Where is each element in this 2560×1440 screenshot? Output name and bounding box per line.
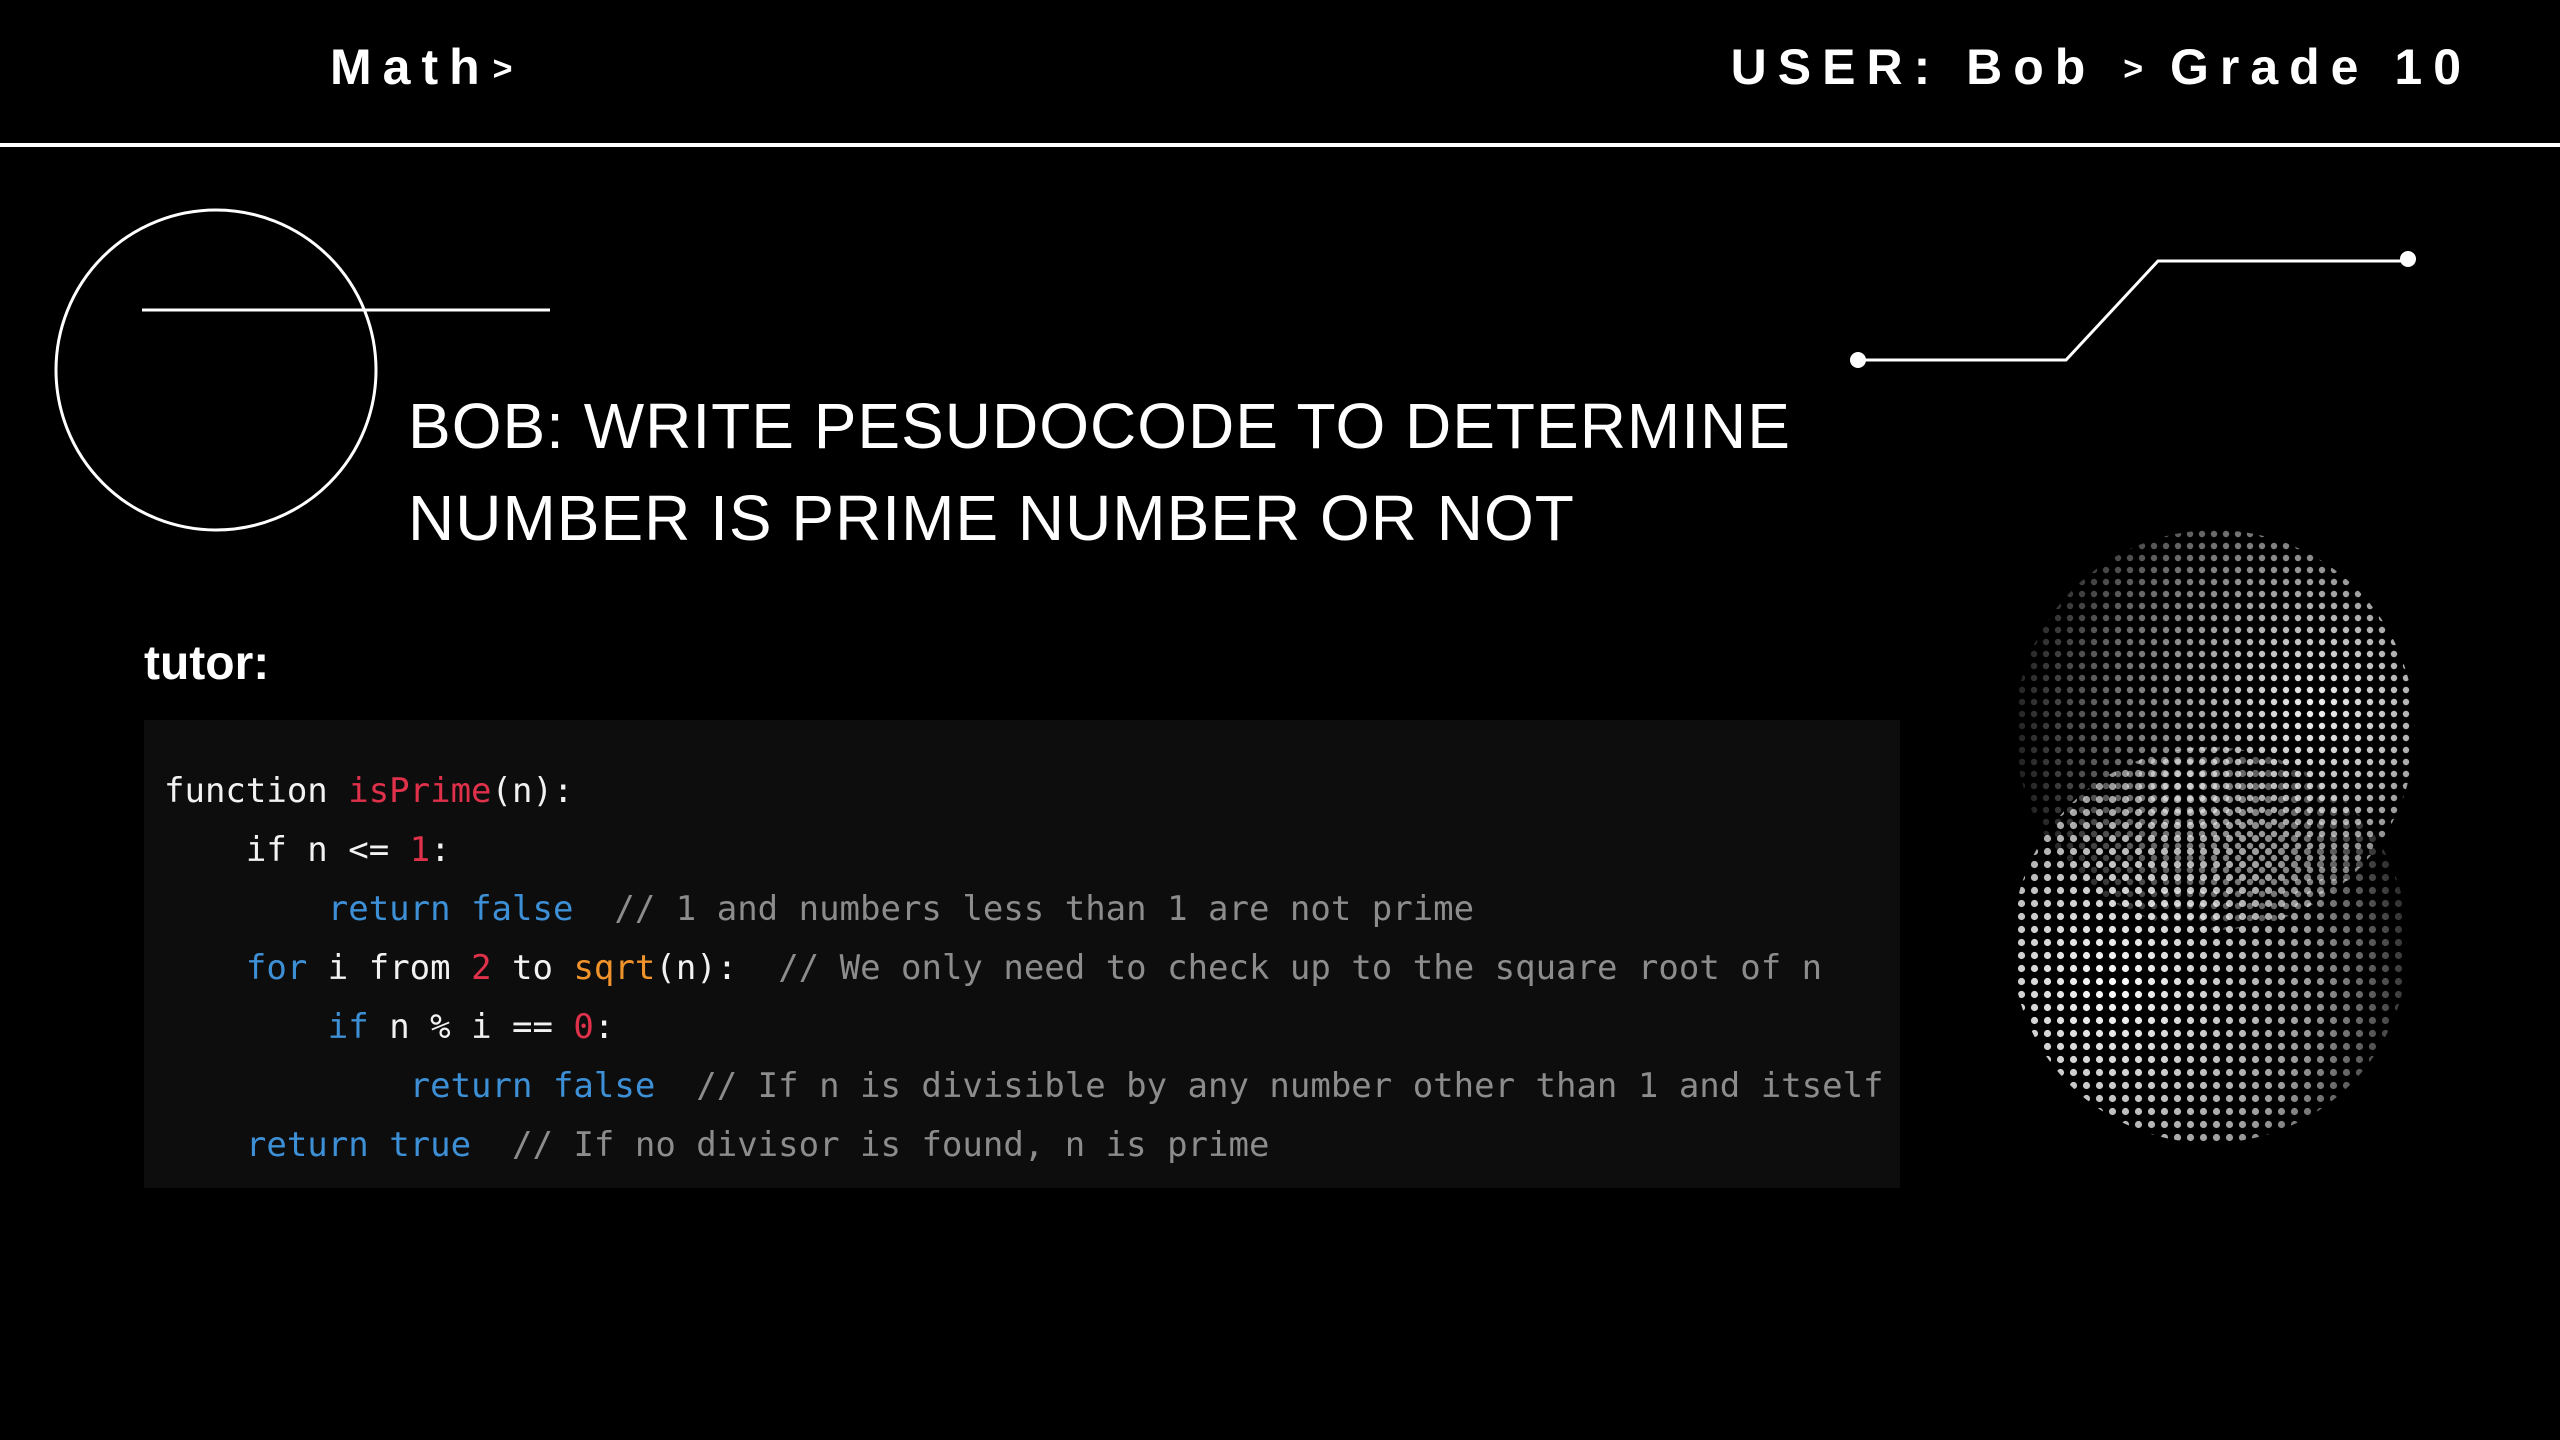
code-text: function isPrime(n): if n <= 1: return f…: [164, 762, 1884, 1175]
code-block: function isPrime(n): if n <= 1: return f…: [144, 720, 1900, 1188]
code-line: return false // 1 and numbers less than …: [327, 889, 1475, 929]
code-line: for i from 2 to sqrt(n): // We only need…: [245, 948, 1823, 988]
tutor-label: tutor:: [144, 637, 270, 690]
code-line: return false // If n is divisible by any…: [409, 1066, 1884, 1106]
code-line: if n % i == 0:: [327, 1007, 615, 1047]
question-line-1: BOB: WRITE PESUDOCODE TO DETERMINE: [408, 390, 1791, 462]
question-line-2: NUMBER IS PRIME NUMBER OR NOT: [408, 482, 1575, 554]
code-line: function isPrime(n):: [164, 771, 574, 811]
code-line: return true // If no divisor is found, n…: [245, 1125, 1270, 1165]
dotted-sphere-graphic-icon: [2000, 520, 2430, 1160]
circle-decoration-icon: [54, 208, 378, 532]
connector-line-icon: [1850, 251, 2416, 368]
question-title: BOB: WRITE PESUDOCODE TO DETERMINE NUMBE…: [408, 380, 1948, 564]
code-line: if n <= 1:: [245, 830, 451, 870]
